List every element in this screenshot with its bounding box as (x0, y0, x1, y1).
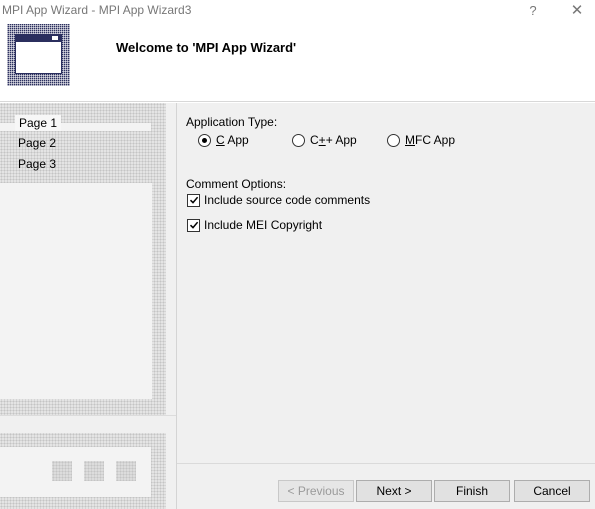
previous-button[interactable]: < Previous (278, 480, 354, 502)
wizard-page-panel: Application Type: C App C++ App MFC App … (176, 103, 595, 509)
comment-options-label: Comment Options: (186, 177, 287, 191)
window-title: MPI App Wizard - MPI App Wizard3 (2, 3, 192, 17)
cancel-button[interactable]: Cancel (514, 480, 590, 502)
page-sidebar: Page 1 Page 2 Page 3 (0, 103, 176, 509)
radio-circle (198, 133, 211, 147)
next-button[interactable]: Next > (356, 480, 432, 502)
checkmark-icon (187, 193, 200, 207)
radio-cpp-app[interactable]: C++ App (292, 132, 357, 148)
app-window-icon (7, 24, 70, 86)
checkmark-icon (187, 218, 200, 232)
checkbox-source-comments[interactable]: Include source code comments (187, 192, 370, 208)
sidebar-pane (0, 183, 152, 399)
close-button[interactable]: ✕ (557, 0, 595, 22)
checkbox-label: Include source code comments (204, 193, 371, 207)
help-button[interactable]: ? (513, 0, 553, 22)
sidebar-item-page-2[interactable]: Page 2 (14, 135, 60, 151)
checkbox-mei-copyright[interactable]: Include MEI Copyright (187, 217, 322, 233)
checkbox-label: Include MEI Copyright (204, 218, 323, 232)
sidebar-item-page-1[interactable]: Page 1 (15, 115, 62, 131)
footer-divider (177, 463, 595, 464)
radio-circle (292, 133, 305, 147)
radio-c-app[interactable]: C App (198, 132, 249, 148)
radio-circle (387, 133, 400, 147)
sidebar-item-page-3[interactable]: Page 3 (14, 156, 60, 172)
app-type-label: Application Type: (186, 115, 278, 129)
radio-mfc-app[interactable]: MFC App (387, 132, 455, 148)
title-bar: MPI App Wizard - MPI App Wizard3 ? ✕ (0, 0, 595, 22)
welcome-title: Welcome to 'MPI App Wizard' (116, 40, 297, 55)
wizard-header: Welcome to 'MPI App Wizard' (0, 22, 595, 102)
finish-button[interactable]: Finish (434, 480, 510, 502)
